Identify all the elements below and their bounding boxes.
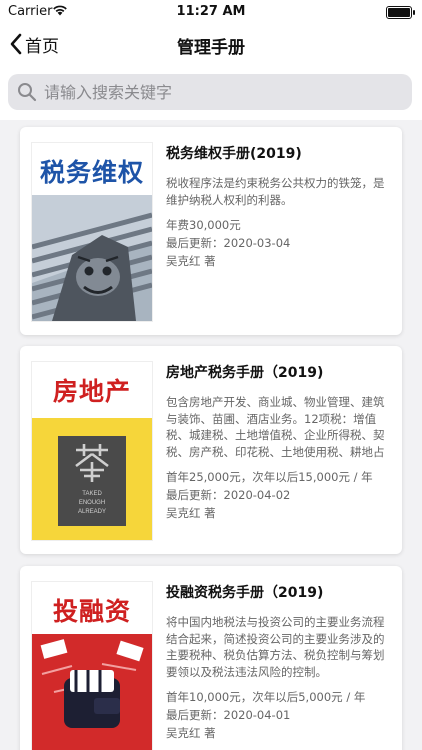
status-time: 11:27 AM	[176, 4, 246, 19]
cover-title: 税务维权	[39, 158, 144, 187]
roof-ornament-image	[32, 195, 152, 321]
book-title: 房地产税务手册（2019)	[166, 365, 324, 381]
book-description: 将中国内地税法与投资公司的主要业务流程结合起来，简述投资公司的主要业务涉及的主要…	[166, 615, 385, 679]
cover-title: 房地产	[52, 377, 131, 406]
book-list[interactable]: 税务维权 税务维权手册(2019) 税收程序法是约束税务公共权力的铁笼，是维护纳…	[0, 120, 422, 750]
book-updated: 最后更新：2020-04-01	[166, 708, 291, 722]
cover-title: 投融资	[52, 597, 131, 626]
wallet-illustration	[40, 639, 144, 728]
book-card-investment[interactable]: 投融资 投融资税务手册（2019) 将中国内地税法与投资公司的主要业务流程结合起…	[20, 566, 402, 750]
book-author: 吴克红 著	[166, 726, 216, 740]
book-title: 税务维权手册(2019)	[166, 146, 302, 162]
book-info: 房地产税务手册（2019) 包含房地产开发、商业城、物业管理、建筑与装饰、苗圃、…	[166, 364, 392, 521]
book-cover: 投融资	[31, 581, 153, 750]
book-card-tax-rights[interactable]: 税务维权 税务维权手册(2019) 税收程序法是约束税务公共权力的铁笼，是维护纳…	[20, 127, 402, 335]
book-cover: 税务维权	[31, 142, 153, 322]
cover-red-panel	[32, 634, 152, 750]
book-description: 包含房地产开发、商业城、物业管理、建筑与装饰、苗圃、酒店业务。12项税：增值税、…	[166, 395, 385, 459]
search-icon	[18, 83, 37, 102]
book-price: 年费30,000元	[166, 218, 241, 232]
book-title: 投融资税务手册（2019)	[166, 585, 324, 601]
search-bar[interactable]	[8, 74, 412, 110]
book-price: 首年10,000元，次年以后5,000元 / 年	[166, 690, 366, 704]
book-price: 首年25,000元，次年以后15,000元 / 年	[166, 470, 373, 484]
book-updated: 最后更新：2020-04-02	[166, 488, 291, 502]
book-author: 吴克红 著	[166, 506, 216, 520]
cover-yellow-panel: TAKED ENOUGH ALREADY	[32, 418, 152, 540]
book-info: 投融资税务手册（2019) 将中国内地税法与投资公司的主要业务流程结合起来，简述…	[166, 584, 392, 741]
cover-poster: TAKED ENOUGH ALREADY	[58, 436, 126, 526]
status-bar: Carrier 11:27 AM	[0, 0, 422, 24]
book-info: 税务维权手册(2019) 税收程序法是约束税务公共权力的铁笼，是维护纳税人权利的…	[166, 145, 392, 269]
book-cover: 房地产 TAKED ENOUGH ALREADY	[31, 361, 153, 541]
page-title: 管理手册	[177, 38, 245, 58]
poster-caption: TAKED ENOUGH ALREADY	[77, 491, 106, 515]
navigation-bar: 首页 管理手册	[0, 24, 422, 64]
book-card-real-estate[interactable]: 房地产 TAKED ENOUGH ALREADY 房地产税务手册（2019) 包…	[20, 346, 402, 554]
book-description: 税收程序法是约束税务公共权力的铁笼，是维护纳税人权利的利器。	[166, 176, 385, 207]
battery-icon	[386, 6, 415, 19]
book-author: 吴克红 著	[166, 254, 216, 268]
tea-character-art	[75, 444, 109, 482]
book-updated: 最后更新：2020-03-04	[166, 236, 291, 250]
search-input[interactable]	[44, 80, 394, 104]
search-bar-container	[0, 64, 422, 120]
